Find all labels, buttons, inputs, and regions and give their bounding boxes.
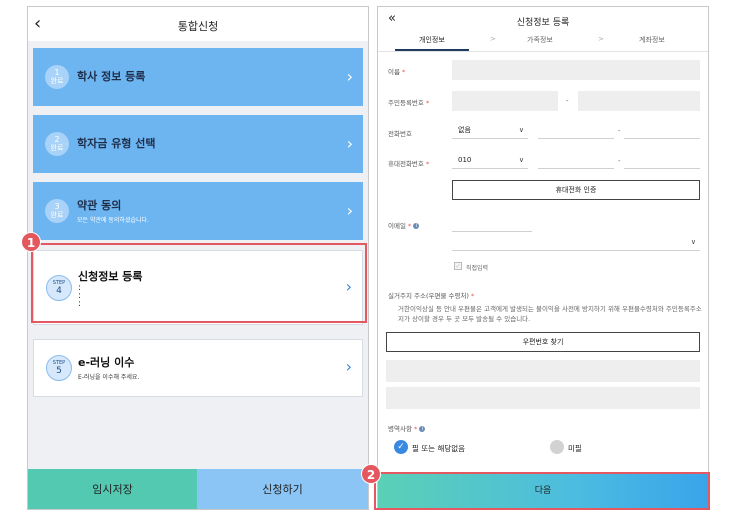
mobile-prefix-select[interactable]: 010 ∨ [452,152,528,169]
info-icon[interactable]: i [413,223,420,229]
military-done-label: 필 또는 해당없음 [412,444,466,453]
email-domain-select[interactable]: ∨ [452,234,700,251]
step-card-5[interactable]: STEP 5 e-러닝 이수 E-러닝을 이수해 주세요. › [33,339,363,397]
mobile-last-input[interactable] [624,152,700,169]
tab-account-info[interactable]: 계좌정보 [639,35,665,45]
step-badge: 3 완료 [45,199,69,223]
phone-area-select[interactable]: 없음 ∨ [452,122,528,139]
mobile-verify-button[interactable]: 휴대전화 인증 [452,180,700,200]
military-done-radio[interactable]: ✓ [394,440,408,454]
chevron-down-icon: ∨ [690,238,696,246]
step-badge: STEP 4 [46,275,72,301]
address-input[interactable] [386,360,700,382]
phone-label: 전화번호 [388,130,412,138]
step-card-3[interactable]: 3 완료 약관 동의 모든 약관에 동의하셨습니다. › [33,182,363,240]
phone-last-input[interactable] [624,122,700,139]
step-title: 약관 동의 [77,199,122,212]
chevron-right-icon: › [346,201,353,220]
tab-family-info[interactable]: 가족정보 [527,35,553,45]
direct-input-checkbox[interactable]: ✓ [454,262,462,270]
step-card-4[interactable]: STEP 4 신청정보 등록 : : : › [33,250,363,325]
chevron-right-icon: > [490,35,496,43]
address-notice: 거한이익상실 등 안내 우편물은 고객에게 발생되는 불이익을 사전에 방지하기… [398,305,702,323]
annotation-badge-2: 2 [361,464,381,484]
mobile-label: 휴대전화번호 * [388,160,430,168]
rrn-front-input[interactable] [452,91,558,111]
email-id-input[interactable] [452,215,532,232]
email-label: 이메일 * i [388,220,420,230]
chevron-down-icon: ∨ [518,156,524,164]
mobile-middle-input[interactable] [538,152,614,169]
mobile-separator: - [618,157,621,165]
chevron-right-icon: › [346,134,353,153]
chevron-right-icon: > [598,35,604,43]
rrn-back-input[interactable] [578,91,700,111]
address-label: 실거주지 주소(우편물 수령처) * [388,292,475,300]
military-not-done-radio[interactable] [550,440,564,454]
left-panel: ‹ 통합신청 1 완료 학사 정보 등록 › 2 완료 학자금 유형 선택 › 3완… [27,6,369,510]
step-card-2[interactable]: 2 완료 학자금 유형 선택 › [33,115,363,173]
step-title: 신청정보 등록 [78,270,143,283]
tab-divider [378,51,708,52]
temp-save-button[interactable]: 임시저장 [28,469,197,509]
military-not-done-label: 미필 [568,444,582,453]
tab-bar: 개인정보 > 가족정보 > 계좌정보 [378,31,708,51]
step-subtitle: 모든 약관에 동의하셨습니다. [77,217,149,224]
chevron-down-icon: ∨ [518,126,524,134]
step-list: 1 완료 학사 정보 등록 › 2 완료 학자금 유형 선택 › 3 완료 약관 동의… [28,41,368,469]
chevron-right-icon: › [345,277,352,296]
step-badge: STEP 5 [46,355,72,381]
next-button[interactable]: 다음 [378,474,708,509]
page-title: 통합신청 [177,20,219,33]
form-title: 신청정보 등록 [516,18,570,28]
step-title: 학자금 유형 선택 [77,137,156,150]
zip-search-button[interactable]: 우편번호 찾기 [386,332,700,352]
info-icon[interactable]: i [419,426,426,432]
right-panel: « 신청정보 등록 개인정보 > 가족정보 > 계좌정보 이름 * 주민등록번호… [377,6,709,510]
apply-button[interactable]: 신청하기 [197,469,368,509]
military-label: 병역사항 * i [388,423,426,433]
step-title: 학사 정보 등록 [77,70,146,83]
tab-personal-info[interactable]: 개인정보 [419,35,445,45]
rrn-label: 주민등록번호 * [388,99,430,107]
step-subtitle: E-러닝을 이수해 주세요. [78,374,140,381]
chevron-right-icon: › [346,67,353,86]
phone-separator: - [618,127,621,135]
step-badge: 1 완료 [45,65,69,89]
phone-middle-input[interactable] [538,122,614,139]
name-label: 이름 * [388,68,406,76]
left-header: ‹ 통합신청 [28,7,368,41]
rrn-separator: - [566,97,569,105]
name-input[interactable] [452,60,700,80]
address-detail-input[interactable] [386,387,700,409]
annotation-badge-1: 1 [21,232,41,252]
step-badge: 2 완료 [45,132,69,156]
step-card-1[interactable]: 1 완료 학사 정보 등록 › [33,48,363,106]
chevron-right-icon: › [345,357,352,376]
step-title: e-러닝 이수 [78,356,135,369]
direct-input-label: 직접입력 [466,265,489,272]
step-detail: : : : [78,283,82,309]
